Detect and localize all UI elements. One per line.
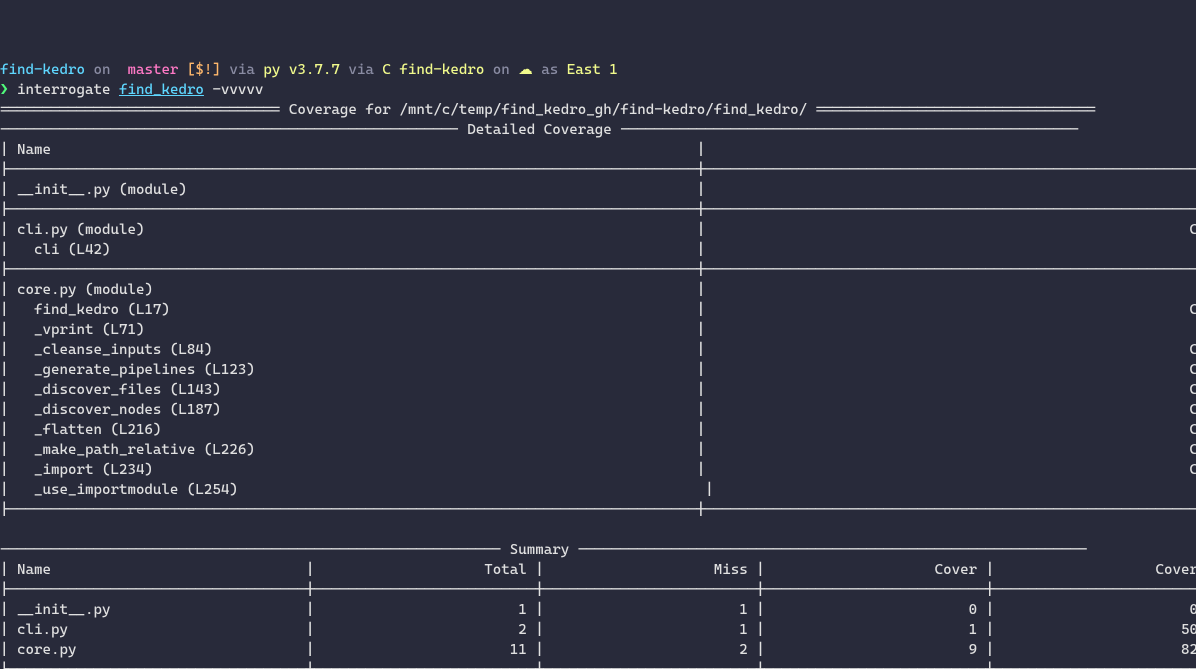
blank-line <box>0 522 9 538</box>
divider: |---------------------------------------… <box>0 202 1196 218</box>
table-row: | _import (L234) | COVERED | <box>0 462 1196 478</box>
table-row: | _flatten (L216) | COVERED | <box>0 422 1196 438</box>
table-row: | core.py (module) | MISSED | <box>0 282 1196 298</box>
prompt-line-1: find-kedro on master [$!] via py v3.7.7 … <box>0 62 618 78</box>
table-row: | __init__.py | 1 | 1 | 0 | 0% | <box>0 602 1196 618</box>
divider: |-----------------------------------|---… <box>0 582 1196 598</box>
terminal-window: find-kedro on master [$!] via py v3.7.7 … <box>0 40 1196 669</box>
divider: |-----------------------------------|---… <box>0 662 1196 669</box>
summary-title-rule: ----------------------------------------… <box>0 542 1088 558</box>
summary-table-header: | Name | Total | Miss | Cover | Cover% | <box>0 562 1196 578</box>
prompt-line-2[interactable]: ❯ interrogate find_kedro -vvvvv <box>0 82 263 98</box>
table-row: | __init__.py (module) | MISSED | <box>0 182 1196 198</box>
detailed-coverage-title-rule: ----------------------------------------… <box>0 122 1079 138</box>
table-row: | _discover_nodes (L187) | COVERED | <box>0 402 1196 418</box>
table-row: | _vprint (L71) | MISSED | <box>0 322 1196 338</box>
table-row: | core.py | 11 | 2 | 9 | 82% | <box>0 642 1196 658</box>
table-row: | cli (L42) | MISSED | <box>0 242 1196 258</box>
table-row: | cli.py (module) | COVERED | <box>0 222 1196 238</box>
table-row: | _use_importmodule (L254) | COVERED | <box>0 482 1196 498</box>
divider: |---------------------------------------… <box>0 262 1196 278</box>
coverage-header-rule: ================================= Covera… <box>0 102 1096 118</box>
divider: |---------------------------------------… <box>0 162 1196 178</box>
table-row: | _cleanse_inputs (L84) | COVERED | <box>0 342 1196 358</box>
divider: |---------------------------------------… <box>0 502 1196 518</box>
table-row: | _discover_files (L143) | COVERED | <box>0 382 1196 398</box>
table-row: | _generate_pipelines (L123) | COVERED | <box>0 362 1196 378</box>
table-row: | cli.py | 2 | 1 | 1 | 50% | <box>0 622 1196 638</box>
detailed-table-header: | Name | Status | <box>0 142 1196 158</box>
table-row: | _make_path_relative (L226) | COVERED | <box>0 442 1196 458</box>
table-row: | find_kedro (L17) | COVERED | <box>0 302 1196 318</box>
